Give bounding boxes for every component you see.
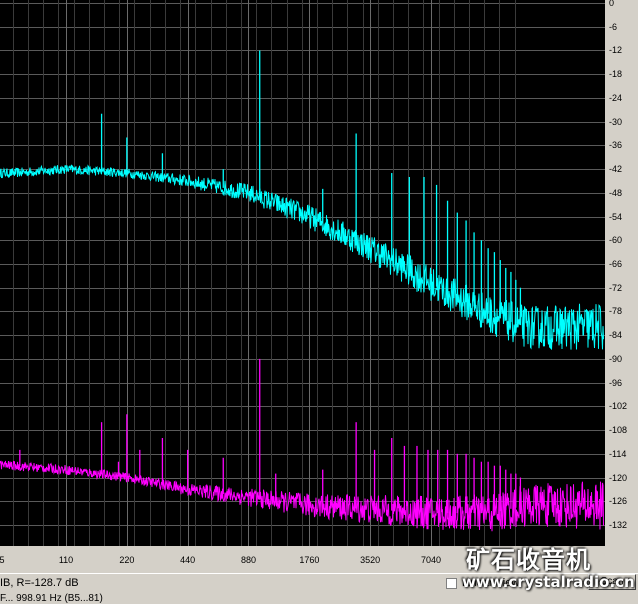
spectrum-plot	[0, 0, 605, 546]
y-tick-label: -84	[609, 330, 623, 341]
y-tick-label: -24	[609, 92, 623, 103]
y-axis: 0 -6 -12 -18 -24 -30 -36 -42 -48 -54 -60 -66 -72 -78 -…	[605, 0, 638, 546]
series-magenta-line	[0, 460, 604, 532]
watermark-logo-text: 矿石收音机	[466, 546, 591, 574]
level-readout: IB, R=-128.7 dB	[0, 577, 79, 589]
x-tick-label: 3520	[360, 555, 381, 565]
y-tick-label: -6	[609, 21, 618, 32]
watermark-url: www.crystalradio.cn	[462, 573, 635, 591]
x-tick-label: 440	[180, 555, 196, 565]
y-tick-label: -108	[609, 425, 628, 436]
x-tick-label-partial: 5	[0, 555, 5, 565]
y-tick-label: -120	[609, 472, 628, 483]
y-tick-label: -60	[609, 235, 623, 246]
y-tick-label: -30	[609, 116, 623, 127]
x-tick-label: 1760	[299, 555, 320, 565]
y-tick-label: -18	[609, 69, 623, 80]
y-tick-label: -54	[609, 211, 623, 222]
y-tick-label: -132	[609, 520, 628, 530]
x-tick-label: 110	[58, 555, 74, 565]
frequency-readout: F... 998.91 Hz (B5...81)	[0, 593, 103, 604]
linear-view-checkbox[interactable]	[446, 578, 457, 589]
y-tick-label: -114	[609, 448, 627, 459]
y-tick-label: -102	[609, 401, 628, 412]
y-tick-label: -126	[609, 496, 628, 507]
series-cyan-peaks	[100, 50, 522, 326]
x-tick-label: 220	[119, 555, 135, 565]
y-tick-label: -48	[609, 187, 623, 198]
x-tick-label: 880	[240, 555, 257, 565]
y-tick-label: -78	[609, 306, 623, 317]
y-tick-label: -36	[609, 140, 623, 151]
x-tick-label: 7040	[420, 555, 442, 565]
spectrum-plot-svg	[0, 0, 605, 546]
y-tick-label: -12	[609, 45, 623, 56]
series-cyan-line	[0, 164, 604, 350]
series-magenta-peaks	[19, 358, 522, 514]
y-tick-label: -42	[609, 164, 623, 175]
y-tick-label: 0	[609, 0, 615, 8]
y-tick-label: -72	[609, 282, 623, 293]
y-tick-label: -96	[609, 377, 623, 388]
grid	[0, 0, 605, 546]
y-tick-label: -66	[609, 259, 623, 269]
y-tick-label: -90	[609, 353, 623, 364]
